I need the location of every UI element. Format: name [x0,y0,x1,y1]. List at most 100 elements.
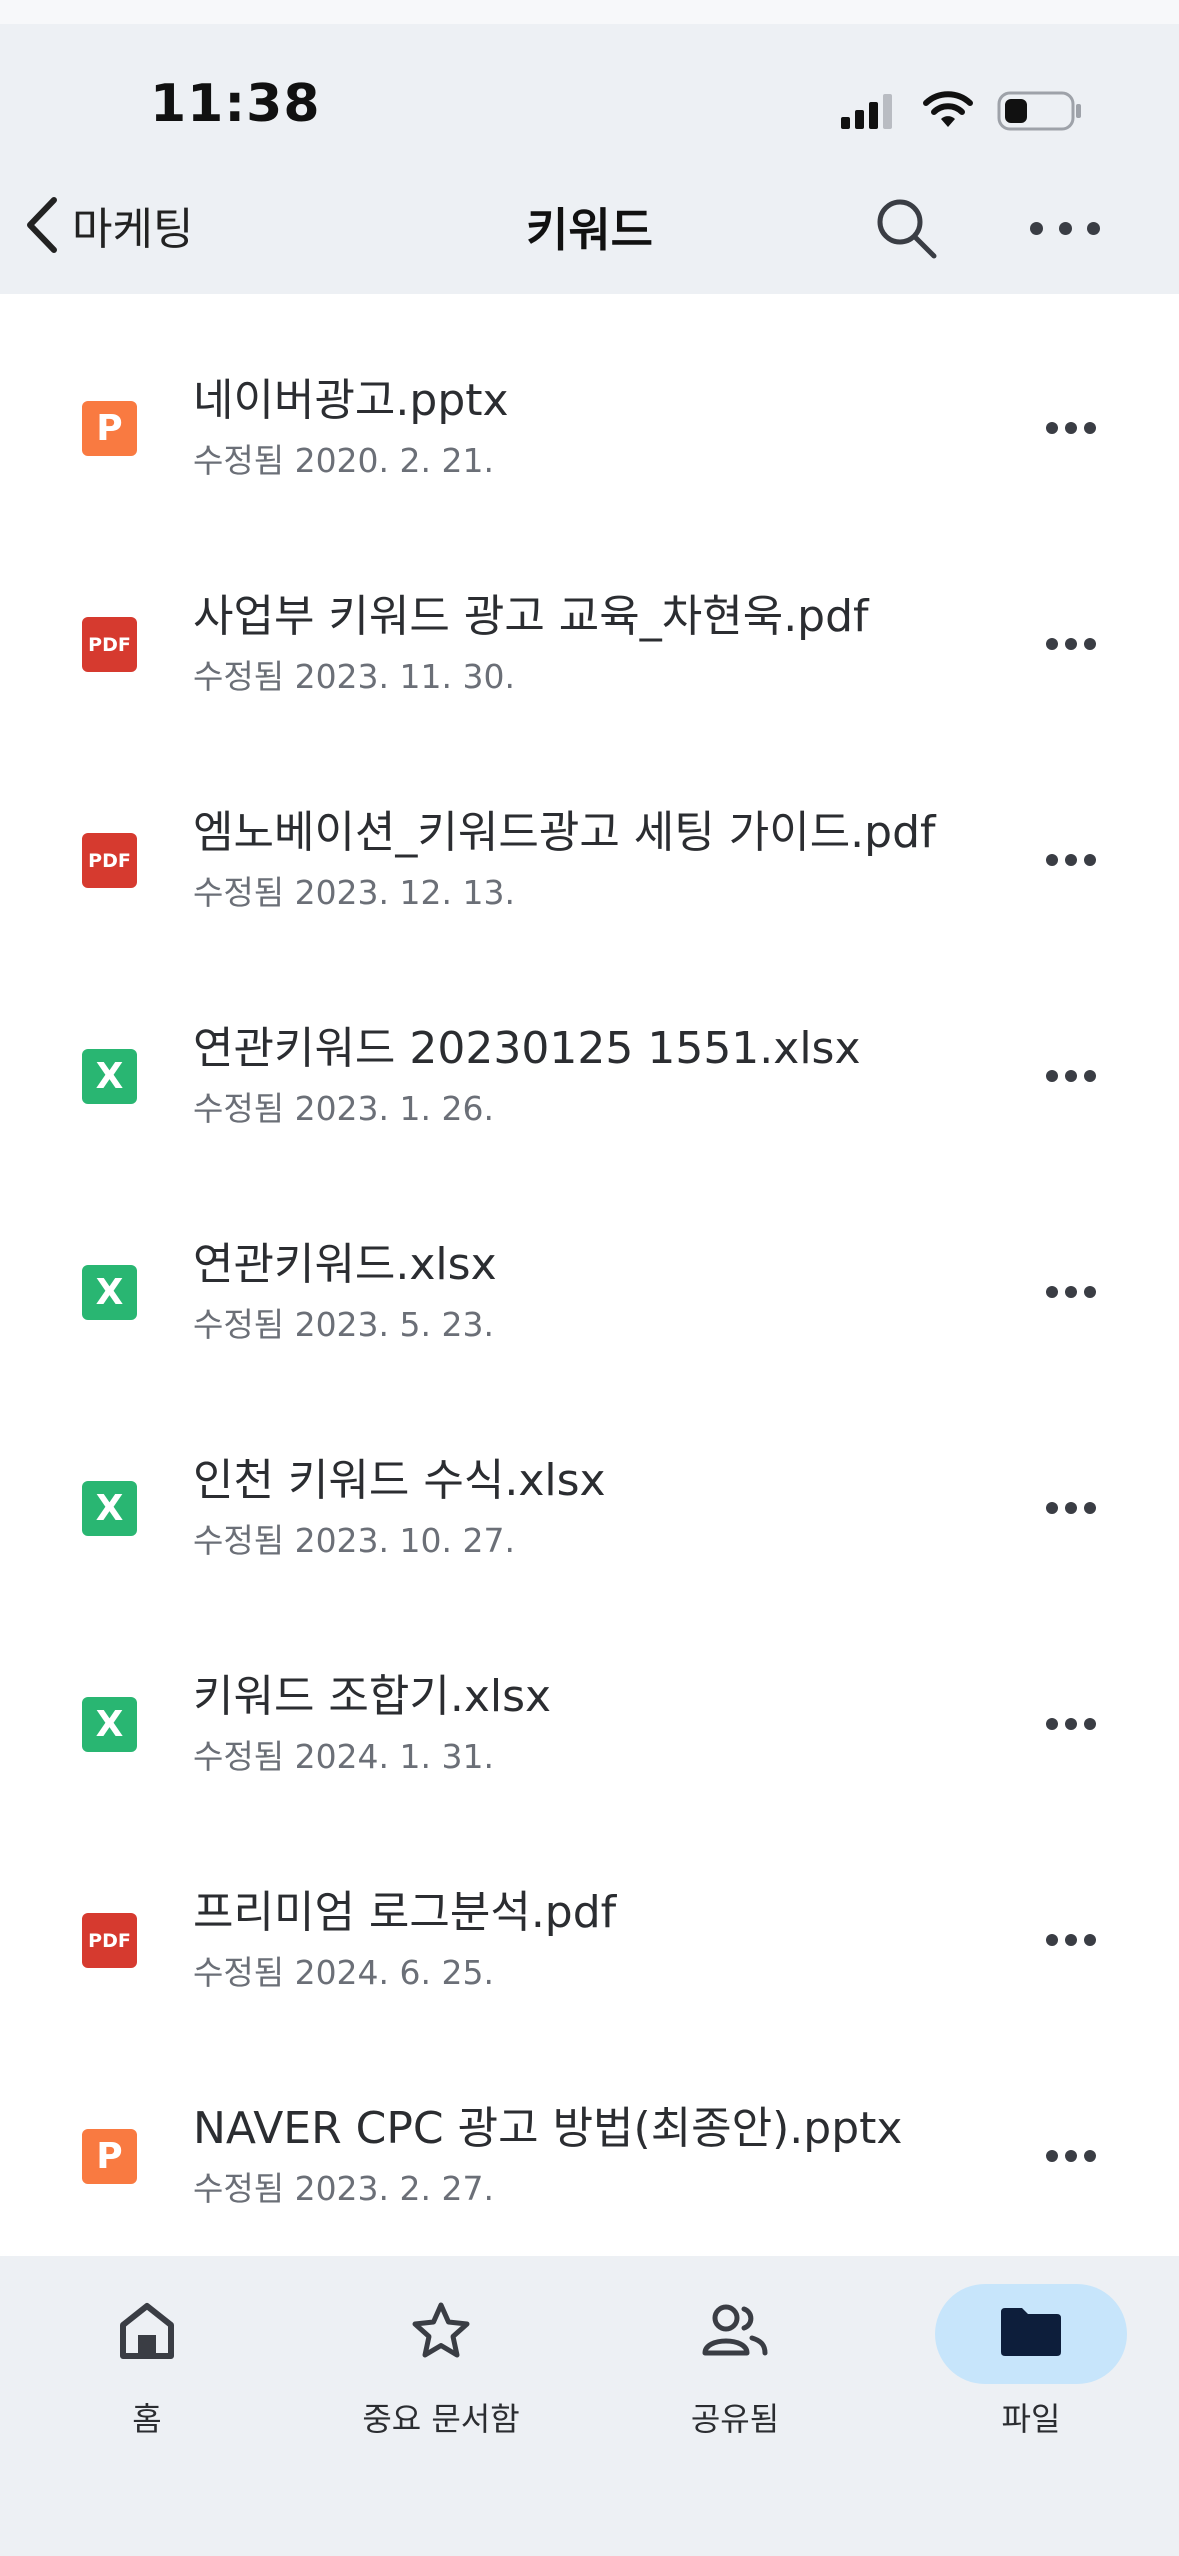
file-name: 연관키워드 20230125 1551.xlsx [193,1023,861,1074]
dot [1046,1070,1058,1082]
dot [1084,1070,1096,1082]
file-more-button[interactable] [1046,1282,1096,1302]
file-row[interactable]: X 키워드 조합기.xlsx 수정됨 2024. 1. 31. [0,1590,1179,1806]
file-more-button[interactable] [1046,418,1096,438]
dot [1046,2150,1058,2162]
file-name: 엠노베이션_키워드광고 세팅 가이드.pdf [193,807,936,858]
xlsx-file-icon: X [82,1481,137,1536]
file-list: P 네이버광고.pptx 수정됨 2020. 2. 21. PDF 사업부 키워… [0,294,1179,2238]
dot [1046,422,1058,434]
file-modified-date: 수정됨 2024. 1. 31. [193,1737,494,1776]
file-row[interactable]: PDF 프리미엄 로그분석.pdf 수정됨 2024. 6. 25. [0,1806,1179,2022]
dot [1065,1070,1077,1082]
file-more-button[interactable] [1046,1930,1096,1950]
wifi-icon [923,91,973,127]
battery-icon [997,91,1081,131]
status-icons [839,86,1083,136]
file-more-button[interactable] [1046,1498,1096,1518]
top-strip [0,0,1179,24]
dot [1046,638,1058,650]
file-row[interactable]: PDF 사업부 키워드 광고 교육_차현욱.pdf 수정됨 2023. 11. … [0,510,1179,726]
file-name: 인천 키워드 수식.xlsx [193,1455,606,1506]
dot [1065,1502,1077,1514]
file-name: 네이버광고.pptx [193,375,509,426]
dot [1084,1718,1096,1730]
file-row[interactable]: PDF 엠노베이션_키워드광고 세팅 가이드.pdf 수정됨 2023. 12.… [0,726,1179,942]
people-icon [700,2296,770,2366]
bottom-tab-bar: 홈 중요 문서함 공유됨 파일 [0,2256,1179,2556]
dot [1030,221,1043,235]
file-modified-date: 수정됨 2023. 1. 26. [193,1089,494,1128]
file-modified-date: 수정됨 2023. 2. 27. [193,2169,494,2208]
file-modified-date: 수정됨 2023. 12. 13. [193,873,515,912]
dot [1084,854,1096,866]
home-icon [112,2296,182,2366]
tab-label: 홈 [132,2400,162,2438]
dot [1084,1934,1096,1946]
dot [1065,2150,1077,2162]
dot [1046,1934,1058,1946]
tab-shared[interactable]: 공유됨 [588,2256,882,2476]
file-row[interactable]: X 연관키워드 20230125 1551.xlsx 수정됨 2023. 1. … [0,942,1179,1158]
xlsx-file-icon: X [82,1265,137,1320]
dot [1087,221,1100,235]
file-modified-date: 수정됨 2023. 10. 27. [193,1521,515,1560]
file-row[interactable]: X 연관키워드.xlsx 수정됨 2023. 5. 23. [0,1158,1179,1374]
folder-icon [996,2296,1066,2366]
file-name: 연관키워드.xlsx [193,1239,497,1290]
dot [1084,638,1096,650]
file-modified-date: 수정됨 2024. 6. 25. [193,1953,494,1992]
pdf-file-icon: PDF [82,1913,137,1968]
file-more-button[interactable] [1046,850,1096,870]
search-button[interactable] [872,194,942,264]
file-modified-date: 수정됨 2023. 5. 23. [193,1305,494,1344]
dot [1065,1286,1077,1298]
more-options-button[interactable] [1030,210,1100,246]
dot [1046,1286,1058,1298]
tab-label: 공유됨 [690,2400,780,2438]
dot [1065,422,1077,434]
file-more-button[interactable] [1046,2146,1096,2166]
file-name: 프리미엄 로그분석.pdf [193,1887,617,1938]
search-icon [877,199,937,259]
dot [1084,2150,1096,2162]
file-more-button[interactable] [1046,1066,1096,1086]
dot [1046,1502,1058,1514]
tab-home[interactable]: 홈 [0,2256,294,2476]
pptx-file-icon: P [82,401,137,456]
pdf-file-icon: PDF [82,617,137,672]
xlsx-file-icon: X [82,1049,137,1104]
file-row[interactable]: P NAVER CPC 광고 방법(최종안).pptx 수정됨 2023. 2.… [0,2022,1179,2238]
navigation-bar: 마케팅 키워드 [0,170,1179,280]
file-name: 사업부 키워드 광고 교육_차현욱.pdf [193,591,869,642]
page-title: 키워드 [526,203,653,257]
status-time: 11:38 [150,74,321,134]
signal-icon [841,94,892,129]
file-row[interactable]: P 네이버광고.pptx 수정됨 2020. 2. 21. [0,294,1179,510]
tab-starred[interactable]: 중요 문서함 [294,2256,588,2476]
dot [1065,1934,1077,1946]
dot [1065,854,1077,866]
file-more-button[interactable] [1046,1714,1096,1734]
xlsx-file-icon: X [82,1697,137,1752]
file-more-button[interactable] [1046,634,1096,654]
dot [1046,1718,1058,1730]
file-name: 키워드 조합기.xlsx [193,1671,552,1722]
pptx-file-icon: P [82,2129,137,2184]
dot [1084,1286,1096,1298]
file-row[interactable]: X 인천 키워드 수식.xlsx 수정됨 2023. 10. 27. [0,1374,1179,1590]
file-modified-date: 수정됨 2020. 2. 21. [193,441,494,480]
pdf-file-icon: PDF [82,833,137,888]
tab-label: 파일 [1001,2400,1061,2438]
file-name: NAVER CPC 광고 방법(최종안).pptx [193,2103,903,2154]
dot [1065,638,1077,650]
star-icon [406,2296,476,2366]
tab-files[interactable]: 파일 [884,2256,1178,2476]
dot [1084,1502,1096,1514]
dot [1084,422,1096,434]
dot [1046,854,1058,866]
dot [1058,221,1072,235]
dot [1065,1718,1077,1730]
tab-label: 중요 문서함 [362,2400,520,2438]
file-modified-date: 수정됨 2023. 11. 30. [193,657,515,696]
